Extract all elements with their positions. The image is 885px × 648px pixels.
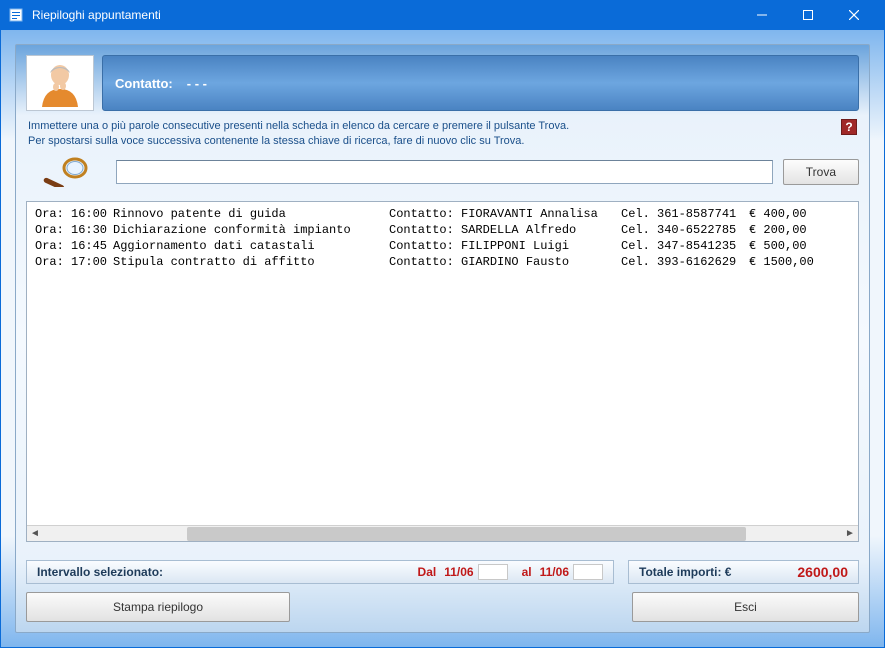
scroll-right-icon[interactable]: ► [842,526,858,542]
table-row[interactable]: Ora: 17:00Stipula contratto di affittoCo… [35,254,850,270]
row-contact: Contatto: FIORAVANTI Annalisa [389,206,621,222]
row-time: Ora: 17:00 [35,254,113,270]
row-phone: Cel. 393-6162629 [621,254,749,270]
window-title: Riepiloghi appuntamenti [32,8,739,22]
help-icon[interactable]: ? [841,119,857,135]
contact-avatar [26,55,94,111]
app-icon [8,7,24,23]
from-label: Dal [418,565,437,579]
search-icon [26,153,106,191]
to-date-field[interactable] [573,564,603,580]
find-button[interactable]: Trova [783,159,859,185]
row-phone: Cel. 347-8541235 [621,238,749,254]
table-row[interactable]: Ora: 16:30Dichiarazione conformità impia… [35,222,850,238]
maximize-button[interactable] [785,0,831,30]
row-time: Ora: 16:30 [35,222,113,238]
titlebar: Riepiloghi appuntamenti [0,0,885,30]
minimize-button[interactable] [739,0,785,30]
print-button[interactable]: Stampa riepilogo [26,592,290,622]
contact-value: - - - [187,76,207,91]
row-phone: Cel. 361-8587741 [621,206,749,222]
row-amount: € 200,00 [749,222,850,238]
contact-bar: Contatto: - - - [102,55,859,111]
from-date-field[interactable] [478,564,508,580]
row-contact: Contatto: SARDELLA Alfredo [389,222,621,238]
total-summary: Totale importi: € 2600,00 [628,560,859,584]
table-row[interactable]: Ora: 16:45Aggiornamento dati catastaliCo… [35,238,850,254]
row-amount: € 1500,00 [749,254,850,270]
row-time: Ora: 16:00 [35,206,113,222]
scroll-thumb[interactable] [187,527,746,541]
row-amount: € 400,00 [749,206,850,222]
instructions-text: Immettere una o più parole consecutive p… [28,119,857,149]
row-phone: Cel. 340-6522785 [621,222,749,238]
scroll-left-icon[interactable]: ◄ [27,526,43,542]
row-contact: Contatto: FILIPPONI Luigi [389,238,621,254]
interval-summary: Intervallo selezionato: Dal 11/06 al 11/… [26,560,614,584]
total-value: 2600,00 [797,564,848,580]
row-contact: Contatto: GIARDINO Fausto [389,254,621,270]
row-amount: € 500,00 [749,238,850,254]
total-label: Totale importi: € [639,565,731,579]
close-button[interactable] [831,0,877,30]
row-description: Aggiornamento dati catastali [113,238,389,254]
row-description: Stipula contratto di affitto [113,254,389,270]
to-date: 11/06 [540,565,569,579]
horizontal-scrollbar[interactable]: ◄ ► [27,525,858,541]
to-label: al [522,565,532,579]
row-description: Dichiarazione conformità impianto [113,222,389,238]
row-description: Rinnovo patente di guida [113,206,389,222]
row-time: Ora: 16:45 [35,238,113,254]
search-input[interactable] [116,160,773,184]
appointments-list: Ora: 16:00Rinnovo patente di guidaContat… [26,201,859,542]
contact-label: Contatto: [115,76,173,91]
table-row[interactable]: Ora: 16:00Rinnovo patente di guidaContat… [35,206,850,222]
interval-label: Intervallo selezionato: [37,565,163,579]
exit-button[interactable]: Esci [632,592,859,622]
from-date: 11/06 [444,565,473,579]
